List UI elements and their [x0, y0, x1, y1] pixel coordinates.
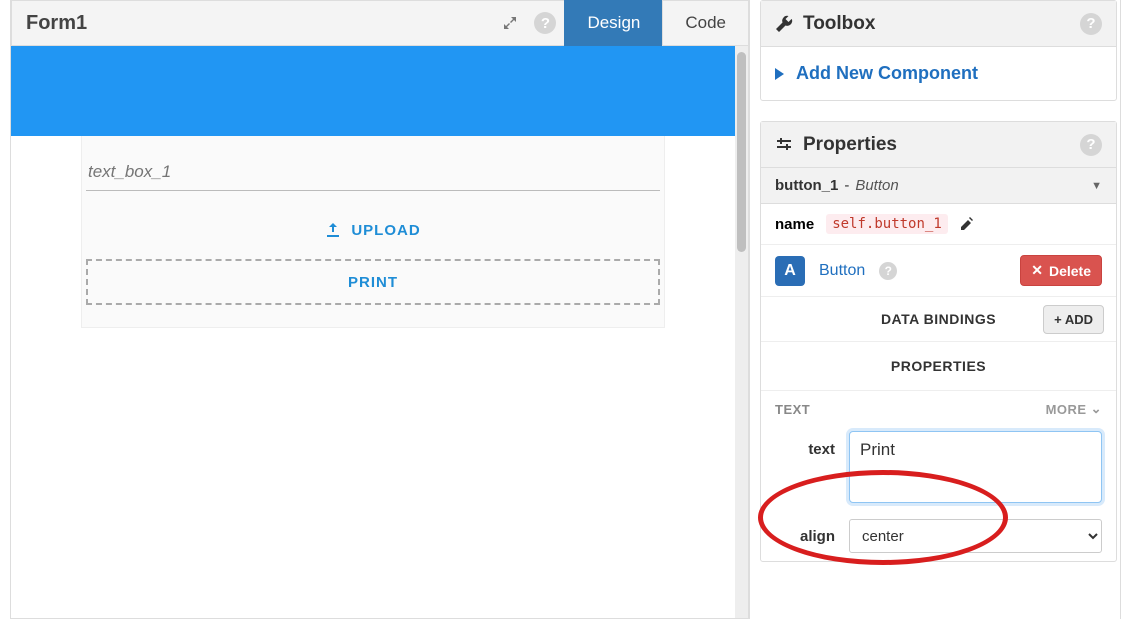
more-label: MORE — [1046, 402, 1087, 417]
plus-icon: + — [1054, 312, 1062, 327]
properties-title: Properties — [803, 134, 897, 156]
data-bindings-label: DATA BINDINGS — [881, 311, 996, 327]
add-component-label: Add New Component — [796, 63, 978, 84]
help-icon[interactable]: ? — [1080, 13, 1102, 35]
type-link[interactable]: Button — [819, 262, 865, 280]
more-toggle[interactable]: MORE ⌄ — [1046, 401, 1102, 417]
component-name: button_1 — [775, 177, 838, 194]
delete-button[interactable]: ✕ Delete — [1020, 255, 1102, 286]
name-row: name self.button_1 — [761, 204, 1116, 245]
text-section-label: TEXT — [775, 402, 810, 417]
help-icon[interactable]: ? — [1080, 134, 1102, 156]
properties-panel: Properties ? button_1 - Button ▼ name se… — [760, 121, 1117, 562]
canvas-header: Form1 ? Design Code — [11, 0, 749, 46]
caret-down-icon: ▼ — [1091, 180, 1102, 192]
tab-design[interactable]: Design — [564, 0, 662, 46]
name-label: name — [775, 216, 814, 233]
name-code: self.button_1 — [826, 214, 948, 234]
upload-icon — [325, 222, 341, 238]
help-icon[interactable]: ? — [879, 262, 897, 280]
close-icon: ✕ — [1031, 262, 1043, 279]
component-selector[interactable]: button_1 - Button ▼ — [761, 168, 1116, 204]
canvas-scrollbar[interactable] — [735, 46, 749, 618]
component-badge: A — [775, 256, 805, 286]
sliders-icon — [775, 136, 793, 154]
card-panel[interactable]: UPLOAD PRINT — [81, 136, 665, 328]
tab-code[interactable]: Code — [662, 0, 748, 46]
button-1-selected[interactable]: PRINT — [86, 259, 660, 305]
component-type: Button — [855, 177, 898, 194]
toolbox-title: Toolbox — [803, 13, 875, 35]
delete-label: Delete — [1049, 263, 1091, 279]
align-select[interactable]: center — [849, 519, 1102, 553]
chevron-down-icon: ⌄ — [1091, 401, 1102, 417]
add-binding-button[interactable]: + ADD — [1043, 305, 1104, 334]
form-title: Form1 — [12, 12, 498, 35]
file-loader[interactable]: UPLOAD — [82, 209, 664, 251]
button-1-label: PRINT — [348, 274, 398, 291]
expand-icon[interactable] — [498, 11, 522, 35]
text-box-1[interactable] — [86, 158, 660, 191]
data-bindings-row: DATA BINDINGS + ADD — [761, 297, 1116, 342]
add-new-component[interactable]: Add New Component — [761, 47, 1116, 100]
text-field-label: text — [775, 431, 835, 458]
align-field-label: align — [775, 528, 835, 545]
text-field-input[interactable] — [849, 431, 1102, 503]
add-label: ADD — [1065, 312, 1093, 327]
edit-name-icon[interactable] — [960, 217, 974, 231]
align-field-row: align center — [761, 511, 1116, 561]
text-section-header: TEXT MORE ⌄ — [761, 391, 1116, 423]
type-row: A Button ? ✕ Delete — [761, 245, 1116, 297]
app-bar[interactable] — [11, 46, 735, 136]
toolbox-panel: Toolbox ? Add New Component — [760, 0, 1117, 101]
help-icon[interactable]: ? — [534, 12, 556, 34]
properties-section-title: PROPERTIES — [761, 342, 1116, 391]
design-canvas[interactable]: UPLOAD PRINT — [11, 46, 735, 618]
text-field-row: text — [761, 423, 1116, 511]
upload-label: UPLOAD — [351, 222, 420, 239]
triangle-right-icon — [775, 68, 784, 80]
scroll-thumb[interactable] — [737, 52, 746, 252]
wrench-icon — [775, 15, 793, 33]
